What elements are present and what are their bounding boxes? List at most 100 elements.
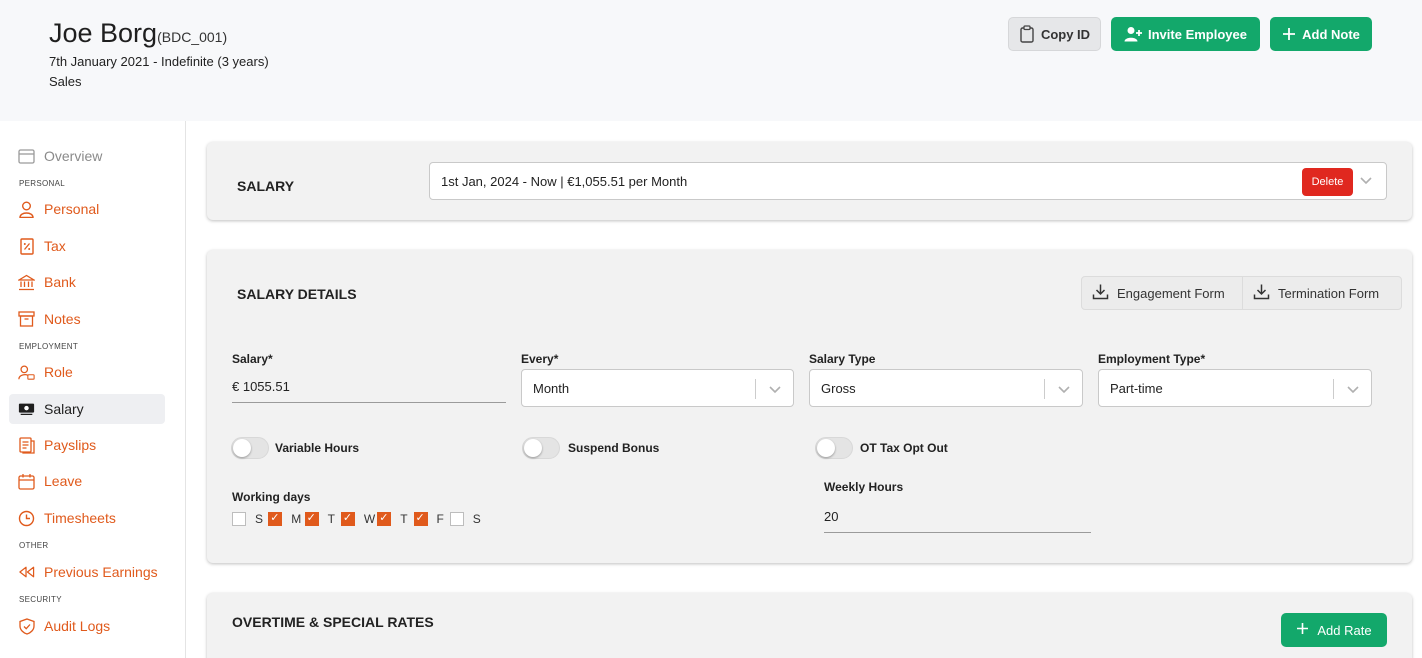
ot-tax-opt-out-toggle[interactable] [815,437,853,459]
download-icon [1092,283,1109,303]
section-security: SECURITY [19,595,62,604]
invite-employee-label: Invite Employee [1148,26,1247,42]
working-day-label: W [363,512,376,526]
sidebar-item-salary[interactable]: Salary [9,394,165,424]
overtime-card: OVERTIME & SPECIAL RATES Add Rate [207,593,1412,658]
sidebar-item-timesheets[interactable]: Timesheets [9,503,165,533]
working-day-label: T [400,512,408,526]
sidebar-item-label: Timesheets [44,510,116,526]
employment-type-value: Part-time [1110,380,1163,396]
shield-check-icon [18,617,35,635]
clipboard-icon [1019,25,1035,43]
archive-box-icon [18,311,35,328]
suspend-bonus-toggle[interactable] [522,437,560,459]
employment-type-label: Employment Type* [1098,352,1206,366]
salary-type-label: Salary Type [809,352,876,366]
chevron-down-icon[interactable] [1346,382,1360,399]
add-rate-button[interactable]: Add Rate [1281,613,1387,647]
delete-salary-button[interactable]: Delete [1302,168,1353,196]
salary-details-card: SALARY DETAILS Engagement Form Terminati… [207,250,1412,563]
sidebar-item-label: Payslips [44,437,97,453]
sidebar-item-previous-earnings[interactable]: Previous Earnings [9,557,165,587]
working-day-label: S [255,512,264,526]
every-select-value: Month [533,380,570,396]
plus-icon [1296,622,1309,638]
working-day-checkbox[interactable] [232,512,246,526]
salary-period-value: 1st Jan, 2024 - Now | €1,055.51 per Mont… [441,173,688,189]
working-day-label: M [291,512,302,526]
section-other: OTHER [19,541,49,550]
chevron-down-icon[interactable] [768,382,782,399]
every-select[interactable]: Month [521,369,794,407]
working-day-checkbox[interactable] [268,511,283,526]
termination-form-button[interactable]: Termination Form [1242,276,1402,310]
sidebar-item-label: Overview [44,148,103,164]
user-role-icon [18,364,35,381]
overtime-card-title: OVERTIME & SPECIAL RATES [232,614,434,630]
chevron-down-icon[interactable] [1359,173,1373,192]
employee-header: Joe Borg(BDC_001) 7th January 2021 - Ind… [0,0,1422,121]
sidebar-item-overview[interactable]: Overview [9,141,165,171]
working-day-label: S [472,512,481,526]
salary-card-title: SALARY [237,178,295,194]
section-employment: EMPLOYMENT [19,342,79,351]
copy-id-button[interactable]: Copy ID [1008,17,1101,51]
sidebar-item-role[interactable]: Role [9,357,165,387]
sidebar-item-label: Bank [44,274,76,290]
select-separator [1044,379,1045,399]
sidebar-item-label: Role [44,364,73,380]
user-icon [18,201,35,218]
invite-employee-button[interactable]: Invite Employee [1111,17,1260,51]
calendar-icon [18,473,35,490]
sidebar-item-bank[interactable]: Bank [9,267,165,297]
every-field-label: Every* [521,352,559,366]
section-personal: PERSONAL [19,179,65,188]
sidebar: Overview PERSONAL Personal Tax Bank Note… [0,121,186,658]
add-note-button[interactable]: Add Note [1270,17,1372,51]
working-day-checkbox[interactable] [340,511,355,526]
add-rate-label: Add Rate [1317,622,1372,638]
tax-receipt-icon [18,237,35,255]
variable-hours-toggle[interactable] [231,437,269,459]
sidebar-item-label: Previous Earnings [44,564,158,580]
employment-type-select[interactable]: Part-time [1098,369,1372,407]
add-note-label: Add Note [1302,26,1360,42]
sidebar-item-payslips[interactable]: Payslips [9,430,165,460]
salary-card: SALARY 1st Jan, 2024 - Now | €1,055.51 p… [207,142,1412,220]
select-separator [755,379,756,399]
weekly-hours-label: Weekly Hours [824,480,904,494]
weekly-hours-input[interactable]: 20 [824,501,1091,533]
window-icon [18,148,35,165]
download-icon [1253,283,1270,303]
employee-department: Sales [49,74,82,89]
salary-details-title: SALARY DETAILS [237,286,357,302]
sidebar-item-tax[interactable]: Tax [9,231,165,261]
working-days-label: Working days [232,490,311,504]
salary-period-select[interactable]: 1st Jan, 2024 - Now | €1,055.51 per Mont… [429,162,1387,200]
sidebar-item-label: Tax [44,238,66,254]
working-day-checkbox[interactable] [413,511,428,526]
working-day-checkbox[interactable] [377,511,392,526]
sidebar-item-label: Salary [44,401,84,417]
sidebar-item-audit-logs[interactable]: Audit Logs [9,611,165,641]
salary-type-select[interactable]: Gross [809,369,1083,407]
working-day-label: F [436,512,444,526]
engagement-form-button[interactable]: Engagement Form [1081,276,1243,310]
plus-icon [1282,27,1296,41]
sidebar-item-personal[interactable]: Personal [9,194,165,224]
salary-amount-input[interactable]: € 1055.51 [232,371,506,403]
working-day-checkbox[interactable] [304,511,319,526]
sidebar-item-leave[interactable]: Leave [9,466,165,496]
sidebar-item-label: Leave [44,473,83,489]
working-day-checkbox[interactable] [449,512,464,526]
working-day-label: T [327,512,335,526]
salary-field-label: Salary* [232,352,273,366]
sidebar-item-notes[interactable]: Notes [9,304,165,334]
suspend-bonus-label: Suspend Bonus [568,441,660,455]
salary-type-value: Gross [821,380,856,396]
user-plus-icon [1124,26,1142,42]
weekly-hours-value: 20 [824,509,839,524]
variable-hours-label: Variable Hours [275,441,360,455]
sidebar-item-label: Audit Logs [44,618,111,634]
chevron-down-icon[interactable] [1057,382,1071,399]
